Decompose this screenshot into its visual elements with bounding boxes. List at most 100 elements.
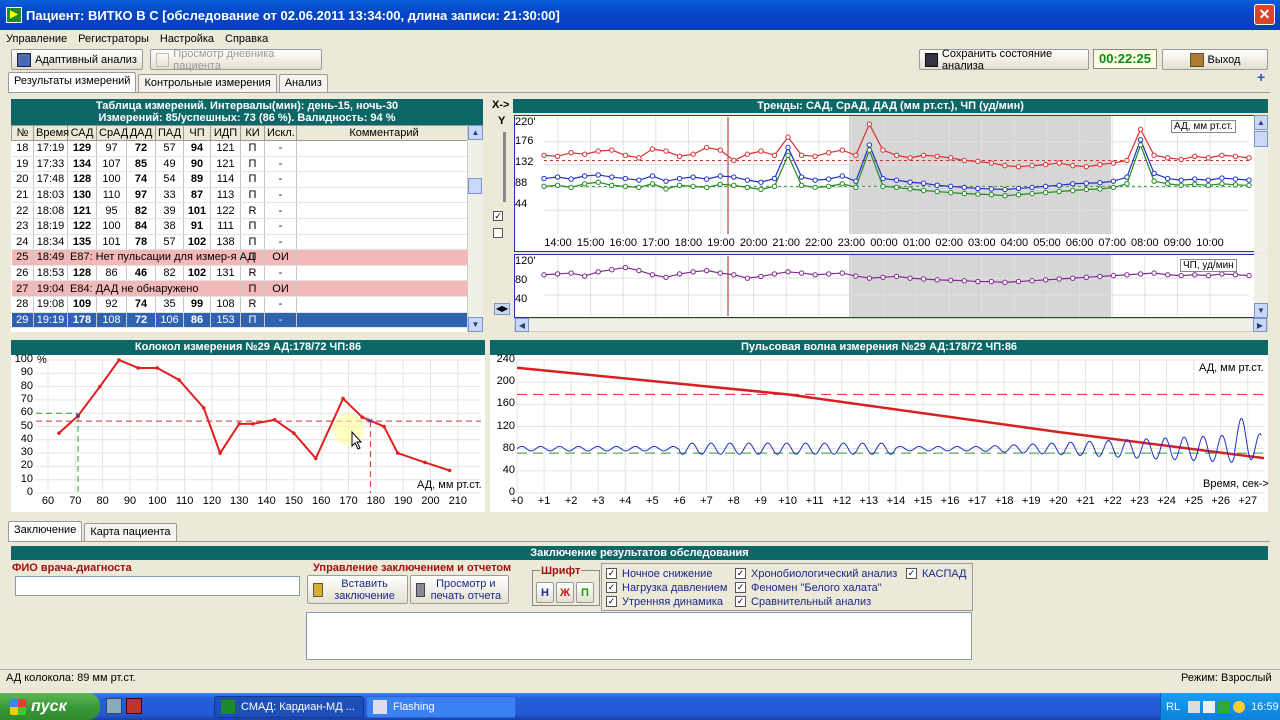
print-report-button[interactable]: Просмотр и печать отчета bbox=[410, 575, 509, 604]
font-italic-button[interactable]: П bbox=[576, 582, 594, 603]
scroll-left-arrow[interactable]: ◀ bbox=[515, 318, 529, 332]
dbp-point bbox=[920, 187, 927, 194]
hr-point bbox=[1137, 271, 1144, 277]
table-row[interactable]: 22 18:08 121 95 82 39 101 122 R - bbox=[11, 202, 467, 219]
table-cell: 29 bbox=[11, 312, 34, 329]
tab-conclusion[interactable]: Заключение bbox=[8, 521, 83, 542]
tab-results[interactable]: Результаты измерений bbox=[8, 72, 137, 93]
table-cell: 38 bbox=[155, 218, 184, 235]
dbp-point bbox=[907, 186, 913, 192]
table-row[interactable]: 21 18:03 130 110 97 33 87 113 П - bbox=[11, 187, 467, 204]
column-header[interactable]: СрАД bbox=[96, 125, 128, 141]
table-cell: 17:33 bbox=[33, 156, 68, 173]
table-row[interactable]: 24 18:34 135 101 78 57 102 138 П - bbox=[11, 234, 467, 251]
tab-control[interactable]: Контрольные измерения bbox=[138, 74, 277, 93]
table-scrollbar[interactable]: ▲ ▼ bbox=[467, 125, 483, 332]
pan-arrows-icon[interactable]: ◀▶ bbox=[494, 303, 510, 315]
bp-visible-checkbox[interactable]: ✓ bbox=[493, 211, 503, 221]
column-header[interactable]: Искл. bbox=[264, 125, 297, 141]
manage-label: Управление заключением и отчетом bbox=[313, 562, 512, 574]
dbp-point bbox=[948, 189, 954, 196]
menu-manage[interactable]: Управление bbox=[6, 33, 67, 45]
table-row[interactable]: 23 18:19 122 100 84 38 91 111 П - bbox=[11, 218, 467, 235]
time-tick: 17:00 bbox=[642, 237, 670, 249]
scroll-up-arrow[interactable]: ▲ bbox=[468, 125, 483, 140]
xy-toggle[interactable]: X-> bbox=[492, 99, 514, 113]
insert-conclusion-button[interactable]: Вставить заключение bbox=[307, 575, 408, 604]
mean-point bbox=[1219, 175, 1225, 181]
tab-analysis[interactable]: Анализ bbox=[278, 74, 328, 93]
adaptive-analysis-button[interactable]: Адаптивный анализ bbox=[11, 49, 143, 70]
scroll-right-arrow[interactable]: ▶ bbox=[1253, 318, 1267, 332]
scroll-down-arrow[interactable]: ▼ bbox=[468, 317, 483, 332]
column-header[interactable]: Комментарий bbox=[296, 125, 467, 141]
column-header[interactable]: Время bbox=[33, 125, 69, 141]
column-header[interactable]: САД bbox=[67, 125, 97, 141]
table-row[interactable]: 18 17:19 129 97 72 57 94 121 П - bbox=[11, 140, 467, 157]
show-desktop-icon[interactable] bbox=[106, 698, 122, 714]
column-header[interactable]: ДАД bbox=[126, 125, 156, 141]
pulse-chart bbox=[490, 355, 1268, 512]
tray-icon[interactable] bbox=[1203, 700, 1216, 713]
dbp-point bbox=[988, 191, 995, 198]
font-bold-button[interactable]: Ж bbox=[556, 582, 574, 603]
dbp-point bbox=[853, 184, 859, 191]
column-header[interactable]: ПАД bbox=[155, 125, 184, 141]
tray-icon[interactable] bbox=[1233, 700, 1246, 713]
time-tick: 09:00 bbox=[1163, 237, 1192, 249]
tray-icon[interactable] bbox=[1188, 700, 1201, 713]
table-row[interactable]: 20 17:48 128 100 74 54 89 114 П - bbox=[11, 171, 467, 188]
font-normal-button[interactable]: Н bbox=[536, 582, 554, 603]
column-header[interactable]: ИДП bbox=[210, 125, 241, 141]
table-row[interactable]: 19 17:33 134 107 85 49 90 121 П - bbox=[11, 156, 467, 173]
quicklaunch-icon[interactable] bbox=[126, 698, 142, 714]
table-row[interactable]: 28 19:08 109 92 74 35 99 108 R - bbox=[11, 296, 467, 313]
mean-point bbox=[961, 184, 967, 191]
main-tabs: Результаты измерений Контрольные измерен… bbox=[8, 71, 328, 93]
column-header[interactable]: КИ bbox=[240, 125, 265, 141]
add-icon[interactable]: + bbox=[1257, 70, 1269, 85]
scroll-thumb[interactable] bbox=[468, 178, 482, 194]
conclusion-textarea[interactable] bbox=[306, 612, 972, 660]
hr-visible-checkbox[interactable] bbox=[493, 228, 503, 238]
scroll-down-arrow[interactable]: ▼ bbox=[1254, 303, 1268, 318]
column-header[interactable]: ЧП bbox=[183, 125, 211, 141]
save-state-button[interactable]: Сохранить состояние анализа bbox=[919, 48, 1089, 72]
menu-help[interactable]: Справка bbox=[225, 33, 268, 45]
patient-diary-button[interactable]: Просмотр дневника пациента bbox=[150, 48, 322, 72]
sbp-point bbox=[812, 153, 818, 160]
hr-chart-scrollbar[interactable]: ▼ bbox=[1254, 254, 1268, 318]
table-row[interactable]: 25 18:49 E87: Нет пульсации для измер-я АД… bbox=[11, 249, 467, 266]
table-cell: 24 bbox=[11, 234, 34, 251]
bell-ytick: 60 bbox=[20, 406, 33, 419]
y-zoom-slider[interactable] bbox=[503, 132, 506, 202]
task-smad[interactable]: СМАД: Кардиан-МД ... bbox=[214, 696, 364, 718]
table-row[interactable]: 29 19:19 178 108 72 106 86 153 П - bbox=[11, 312, 467, 329]
tab-patient-card[interactable]: Карта пациента bbox=[84, 523, 177, 542]
task-flashing[interactable]: Flashing bbox=[366, 696, 516, 718]
column-header[interactable]: № bbox=[11, 125, 34, 141]
language-indicator[interactable]: RL bbox=[1166, 701, 1180, 713]
trend-hscroll[interactable]: ◀ ▶ bbox=[514, 318, 1268, 332]
tray-icon[interactable] bbox=[1218, 700, 1231, 713]
bp-chart-scrollbar[interactable]: ▲ bbox=[1254, 115, 1268, 252]
scroll-up-arrow[interactable]: ▲ bbox=[1254, 115, 1268, 130]
menu-settings[interactable]: Настройка bbox=[160, 33, 214, 45]
hr-point bbox=[785, 269, 791, 275]
doctor-name-input[interactable] bbox=[15, 576, 300, 596]
table-cell: 95 bbox=[96, 202, 127, 219]
table-cell: - bbox=[264, 171, 297, 188]
table-row[interactable]: 27 19:04 E84: ДАД не обнаружено П ОИ bbox=[11, 280, 467, 297]
start-button[interactable]: пуск bbox=[0, 693, 100, 720]
close-window-button[interactable]: ✕ bbox=[1254, 4, 1275, 25]
table-cell: - bbox=[264, 187, 297, 204]
menu-recorders[interactable]: Регистраторы bbox=[78, 33, 149, 45]
sbp-point bbox=[1178, 156, 1184, 163]
table-row[interactable]: 26 18:53 128 86 46 82 102 131 R - bbox=[11, 265, 467, 282]
scroll-thumb[interactable] bbox=[1254, 131, 1268, 147]
mean-point bbox=[1164, 175, 1171, 182]
exit-button[interactable]: Выход bbox=[1162, 49, 1268, 70]
table-cell: 23 bbox=[11, 218, 34, 235]
bell-point bbox=[136, 366, 140, 370]
dbp-point bbox=[758, 186, 764, 193]
